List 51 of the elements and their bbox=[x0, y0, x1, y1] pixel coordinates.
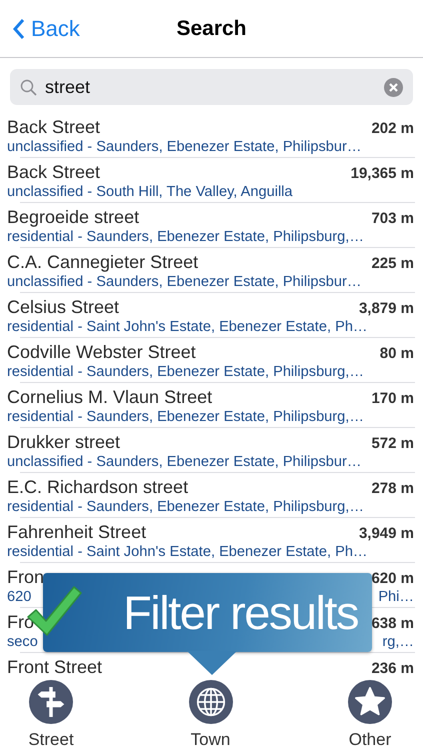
street-name: Codville Webster Street bbox=[7, 342, 196, 363]
search-field[interactable]: street bbox=[45, 76, 376, 98]
street-name: Drukker street bbox=[7, 432, 120, 453]
street-details: seco bbox=[7, 634, 38, 650]
distance: 202 m bbox=[371, 120, 414, 137]
distance: 3,879 m bbox=[358, 300, 414, 317]
back-button[interactable]: Back bbox=[8, 16, 84, 42]
screen-title: Search bbox=[176, 16, 247, 40]
distance: 225 m bbox=[371, 255, 414, 272]
distance: 638 m bbox=[371, 615, 414, 632]
distance: 703 m bbox=[371, 210, 414, 227]
search-icon bbox=[20, 78, 37, 96]
distance: 80 m bbox=[380, 345, 414, 362]
street-details: residential - Saint John's Estate, Ebenezer Estate, Ph… bbox=[7, 319, 368, 335]
street-name: Back Street bbox=[7, 162, 100, 183]
street-details: unclassified - Saunders, Ebenezer Estate, Philipsbur… bbox=[7, 274, 362, 290]
street-name: Fron bbox=[7, 567, 44, 588]
street-details: residential - Saunders, Ebenezer Estate, Philipsburg,… bbox=[7, 229, 364, 245]
street-details: unclassified - South Hill, The Valley, Anguilla bbox=[7, 184, 293, 200]
street-details: residential - Saunders, Ebenezer Estate, Philipsburg,… bbox=[7, 409, 364, 425]
distance: 620 m bbox=[371, 570, 414, 587]
filter-tab[interactable]: Street bbox=[16, 678, 86, 750]
street-details: residential - Saunders, Ebenezer Estate, Philipsburg,… bbox=[7, 499, 364, 515]
distance: 3,949 m bbox=[358, 525, 414, 542]
distance: 572 m bbox=[371, 435, 414, 452]
street-details: unclassified - Saunders, Ebenezer Estate, Philipsbur… bbox=[7, 454, 362, 470]
street-details: unclassified - Saunders, Ebenezer Estate, Philipsbur… bbox=[7, 139, 362, 155]
street-details: residential - Saint John's Estate, Ebenezer Estate, Ph… bbox=[7, 544, 368, 560]
filter-tab[interactable]: Other bbox=[335, 678, 405, 750]
search-bar[interactable]: street bbox=[10, 69, 413, 105]
distance: 170 m bbox=[371, 390, 414, 407]
distance: 236 m bbox=[371, 660, 414, 677]
street-details: rg,… bbox=[382, 634, 414, 650]
street-name: C.A. Cannegieter Street bbox=[7, 252, 198, 273]
street-details: 620 bbox=[7, 589, 32, 605]
street-name: Back Street bbox=[7, 117, 100, 138]
distance: 19,365 m bbox=[350, 165, 414, 182]
street-name: Begroeide street bbox=[7, 207, 140, 228]
street-name: Celsius Street bbox=[7, 297, 120, 318]
street-details: residential - Saunders, Ebenezer Estate, Philipsburg,… bbox=[7, 364, 364, 380]
street-name: E.C. Richardson street bbox=[7, 477, 188, 498]
tooltip-pointer bbox=[187, 651, 237, 675]
distance: 278 m bbox=[371, 480, 414, 497]
chevron-icon bbox=[12, 18, 25, 40]
callout-text: Filter results bbox=[123, 585, 358, 640]
street-name: Fahrenheit Street bbox=[7, 522, 146, 543]
clear-icon[interactable] bbox=[384, 78, 403, 96]
street-name: Front Street bbox=[7, 657, 102, 678]
street-name: Cornelius M. Vlaun Street bbox=[7, 387, 212, 408]
filter-tab[interactable]: Town bbox=[176, 678, 246, 750]
street-details: Phi… bbox=[378, 589, 414, 605]
